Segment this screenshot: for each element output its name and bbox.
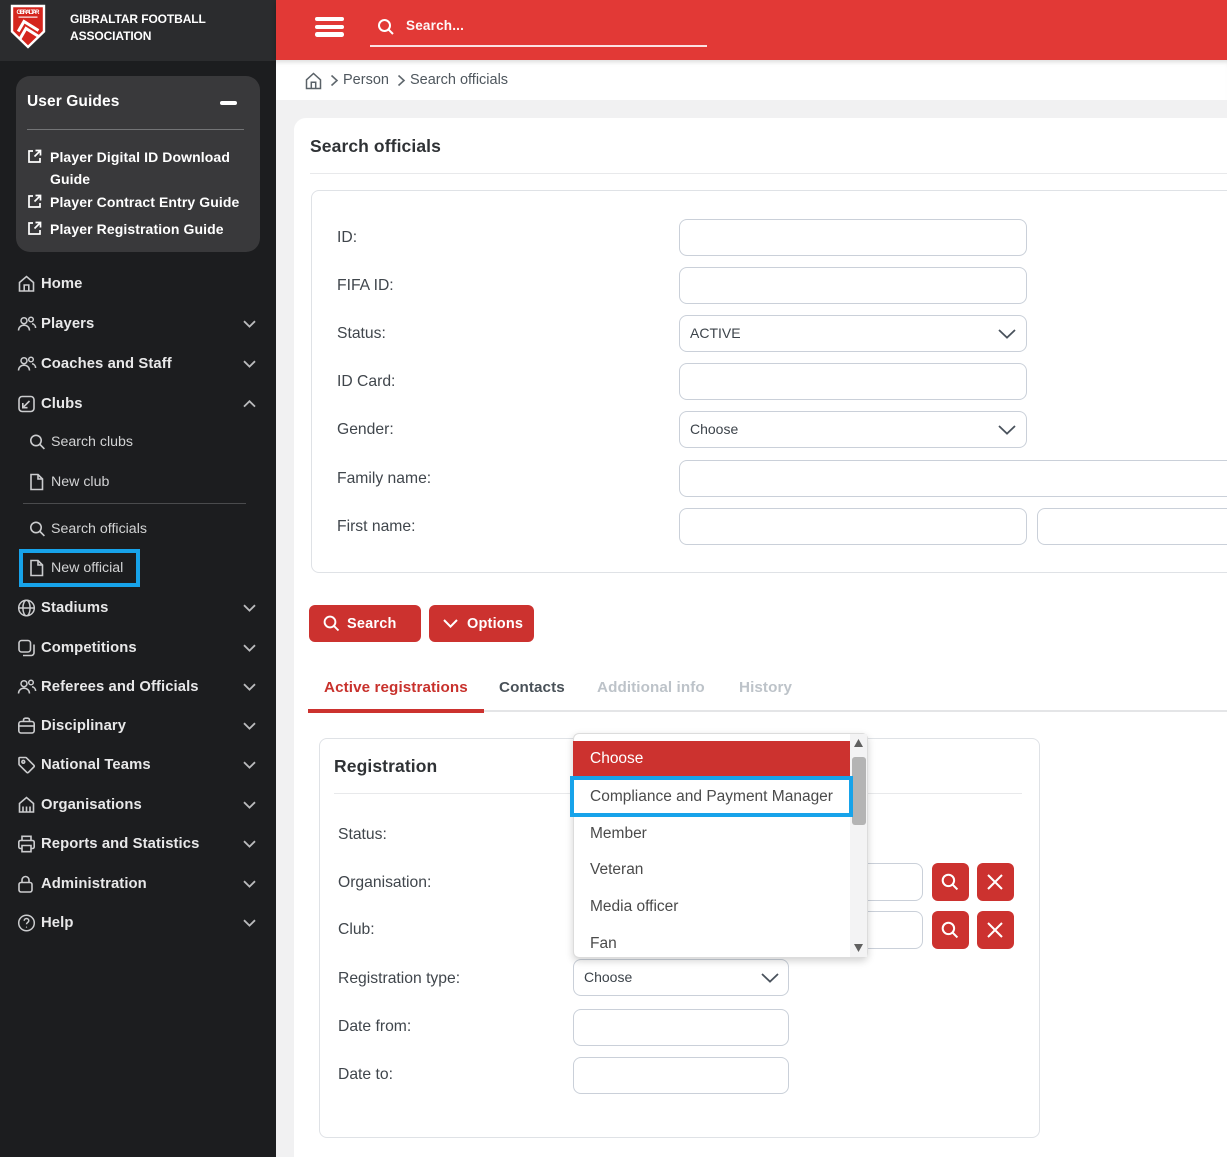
svg-text:GIBRALTAR: GIBRALTAR [17,10,41,16]
